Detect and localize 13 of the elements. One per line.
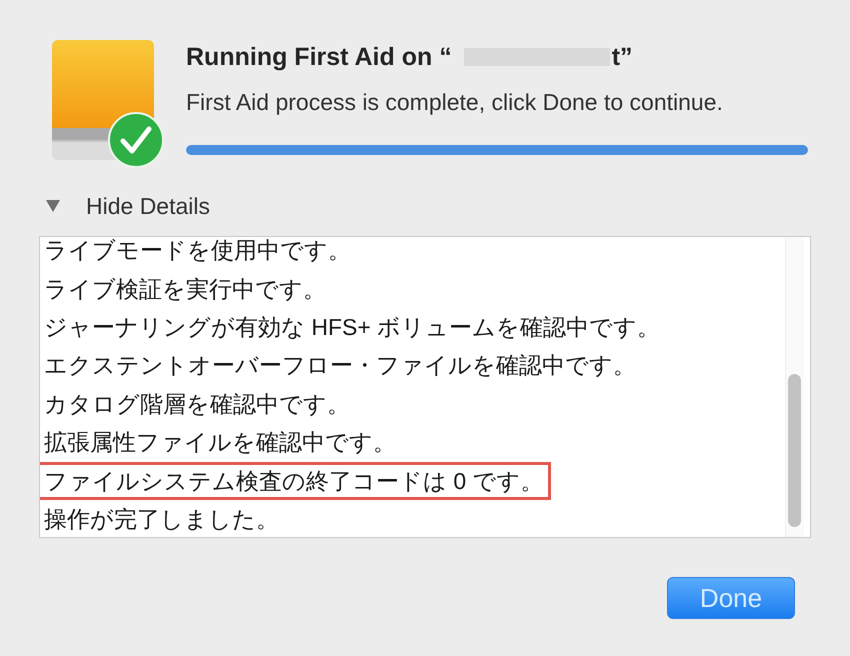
scrollbar-thumb[interactable]	[788, 374, 801, 527]
log-line: エクステントオーバーフロー・ファイルを確認中です。	[44, 351, 636, 380]
log-line: カタログ階層を確認中です。	[44, 390, 350, 418]
status-message: First Aid process is complete, click Done to continue.	[186, 88, 724, 116]
log-line: ライブ検証を実行中です。	[44, 274, 326, 303]
log-line: 操作が完了しました。	[44, 504, 279, 533]
title-text: t”	[612, 42, 633, 72]
log-line: ジャーナリングが有効な HFS+ ボリュームを確認中です。	[44, 312, 660, 341]
hide-details-button[interactable]: Hide Details	[46, 192, 210, 220]
title-text: Running First Aid on “	[186, 42, 452, 72]
log-line: ライブモードを使用中です。	[44, 237, 351, 264]
log-line: 拡張属性ファイルを確認中です。	[44, 428, 396, 456]
checkmark-badge-icon	[108, 112, 164, 168]
